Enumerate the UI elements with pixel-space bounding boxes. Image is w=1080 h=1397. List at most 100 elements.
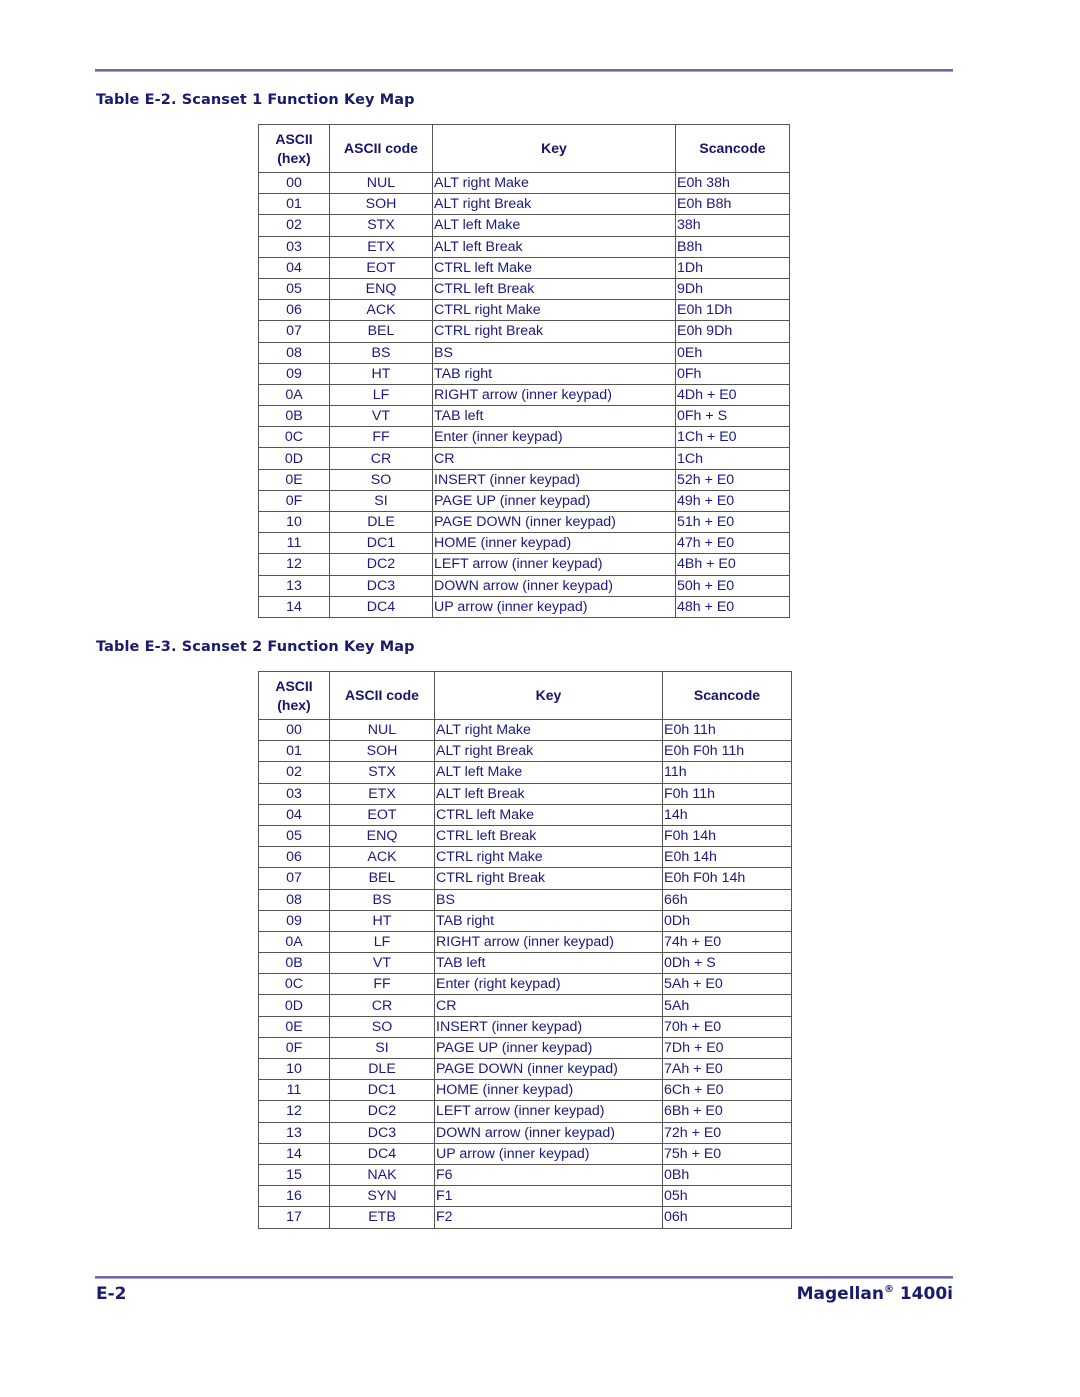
cell-scancode: 6Bh + E0 bbox=[662, 1100, 792, 1123]
cell-ascii-hex: 06 bbox=[258, 846, 330, 869]
table-row: 08 BS BS 66h bbox=[258, 888, 792, 911]
cell-ascii-hex: 05 bbox=[258, 824, 330, 848]
table-row: 00 NUL ALT right Make E0h 38h bbox=[258, 171, 790, 195]
cell-ascii-hex: 0C bbox=[258, 426, 330, 449]
cell-key: F1 bbox=[434, 1185, 663, 1208]
cell-key: CTRL left Break bbox=[432, 277, 676, 301]
cell-ascii-hex: 10 bbox=[258, 1057, 330, 1081]
cell-scancode: 9Dh bbox=[675, 277, 790, 301]
cell-key: Enter (inner keypad) bbox=[432, 426, 676, 449]
cell-ascii-hex: 02 bbox=[258, 761, 330, 784]
cell-ascii-code: DC2 bbox=[329, 1100, 435, 1123]
cell-ascii-code: ENQ bbox=[329, 277, 433, 301]
cell-ascii-code: SOH bbox=[329, 740, 435, 763]
cell-key: TAB left bbox=[432, 405, 676, 428]
cell-key: DOWN arrow (inner keypad) bbox=[432, 574, 676, 597]
cell-key: CTRL right Make bbox=[434, 846, 663, 869]
cell-scancode: 49h + E0 bbox=[675, 489, 790, 513]
cell-ascii-hex: 15 bbox=[258, 1163, 330, 1187]
cell-key: PAGE UP (inner keypad) bbox=[434, 1036, 663, 1060]
cell-key: BS bbox=[432, 341, 676, 364]
table-row: 06 ACK CTRL right Make E0h 1Dh bbox=[258, 299, 790, 322]
cell-ascii-hex: 08 bbox=[258, 341, 330, 364]
cell-key: RIGHT arrow (inner keypad) bbox=[434, 930, 663, 954]
header-key: Key bbox=[434, 671, 663, 720]
cell-key: PAGE DOWN (inner keypad) bbox=[432, 510, 676, 534]
cell-key: CTRL right Break bbox=[434, 867, 663, 890]
cell-ascii-hex: 0F bbox=[258, 489, 330, 513]
cell-ascii-code: DC4 bbox=[329, 595, 433, 618]
table-row: 05 ENQ CTRL left Break F0h 14h bbox=[258, 824, 792, 848]
cell-ascii-hex: 0D bbox=[258, 994, 330, 1017]
table-row: 01 SOH ALT right Break E0h B8h bbox=[258, 193, 790, 216]
cell-ascii-hex: 06 bbox=[258, 299, 330, 322]
table-header-row: ASCII (hex) ASCII code Key Scancode bbox=[258, 671, 792, 720]
cell-ascii-hex: 04 bbox=[258, 803, 330, 826]
table-row: 0D CR CR 1Ch bbox=[258, 447, 790, 470]
cell-ascii-hex: 00 bbox=[258, 171, 330, 195]
table-row: 11 DC1 HOME (inner keypad) 47h + E0 bbox=[258, 532, 790, 555]
cell-ascii-hex: 0D bbox=[258, 447, 330, 470]
table-row: 11 DC1 HOME (inner keypad) 6Ch + E0 bbox=[258, 1079, 792, 1102]
cell-ascii-code: ETB bbox=[329, 1206, 435, 1229]
cell-key: CTRL right Break bbox=[432, 320, 676, 343]
cell-key: ALT right Make bbox=[434, 718, 663, 742]
header-scancode: Scancode bbox=[662, 671, 792, 720]
cell-scancode: B8h bbox=[675, 235, 790, 258]
cell-ascii-hex: 04 bbox=[258, 256, 330, 279]
cell-scancode: 50h + E0 bbox=[675, 574, 790, 597]
table-row: 12 DC2 LEFT arrow (inner keypad) 4Bh + E0 bbox=[258, 553, 790, 576]
cell-ascii-hex: 0C bbox=[258, 973, 330, 996]
cell-ascii-code: DC3 bbox=[329, 574, 433, 597]
header-ascii-hex: ASCII (hex) bbox=[258, 671, 330, 720]
table-row: 0B VT TAB left 0Dh + S bbox=[258, 952, 792, 975]
table-row: 08 BS BS 0Eh bbox=[258, 341, 790, 364]
cell-key: LEFT arrow (inner keypad) bbox=[434, 1100, 663, 1123]
cell-ascii-hex: 00 bbox=[258, 718, 330, 742]
cell-ascii-code: DC2 bbox=[329, 553, 433, 576]
cell-ascii-code: STX bbox=[329, 214, 433, 237]
cell-scancode: 4Bh + E0 bbox=[675, 553, 790, 576]
cell-scancode: 6Ch + E0 bbox=[662, 1079, 792, 1102]
cell-key: ALT left Break bbox=[432, 235, 676, 258]
cell-ascii-hex: 0E bbox=[258, 1015, 330, 1038]
cell-scancode: 1Dh bbox=[675, 256, 790, 279]
cell-key: Enter (right keypad) bbox=[434, 973, 663, 996]
cell-key: UP arrow (inner keypad) bbox=[432, 595, 676, 618]
cell-ascii-hex: 13 bbox=[258, 574, 330, 597]
cell-ascii-code: VT bbox=[329, 952, 435, 975]
cell-scancode: E0h 38h bbox=[675, 171, 790, 195]
table-row: 02 STX ALT left Make 38h bbox=[258, 214, 790, 237]
table-row: 15 NAK F6 0Bh bbox=[258, 1163, 792, 1187]
cell-ascii-hex: 11 bbox=[258, 1079, 330, 1102]
table-caption-scanset2: Table E-3. Scanset 2 Function Key Map bbox=[96, 639, 415, 655]
table-row: 0C FF Enter (inner keypad) 1Ch + E0 bbox=[258, 426, 790, 449]
cell-ascii-code: BS bbox=[329, 341, 433, 364]
cell-scancode: 14h bbox=[662, 803, 792, 826]
cell-ascii-code: NUL bbox=[329, 171, 433, 195]
table-row: 04 EOT CTRL left Make 1Dh bbox=[258, 256, 790, 279]
table-row: 03 ETX ALT left Break B8h bbox=[258, 235, 790, 258]
registered-mark: ® bbox=[883, 1284, 894, 1295]
cell-key: CR bbox=[434, 994, 663, 1017]
cell-scancode: E0h 11h bbox=[662, 718, 792, 742]
cell-ascii-code: ACK bbox=[329, 846, 435, 869]
table-row: 09 HT TAB right 0Dh bbox=[258, 909, 792, 932]
cell-ascii-hex: 03 bbox=[258, 235, 330, 258]
cell-scancode: 0Dh bbox=[662, 909, 792, 932]
table-row: 07 BEL CTRL right Break E0h F0h 14h bbox=[258, 867, 792, 890]
cell-scancode: E0h B8h bbox=[675, 193, 790, 216]
cell-scancode: 06h bbox=[662, 1206, 792, 1229]
table-row: 0F SI PAGE UP (inner keypad) 49h + E0 bbox=[258, 489, 790, 513]
cell-ascii-code: STX bbox=[329, 761, 435, 784]
cell-key: CTRL right Make bbox=[432, 299, 676, 322]
cell-ascii-hex: 0F bbox=[258, 1036, 330, 1060]
cell-ascii-code: LF bbox=[329, 383, 433, 407]
cell-ascii-code: DLE bbox=[329, 1057, 435, 1081]
header-rule bbox=[95, 69, 953, 72]
table-row: 10 DLE PAGE DOWN (inner keypad) 7Ah + E0 bbox=[258, 1057, 792, 1081]
cell-ascii-code: SOH bbox=[329, 193, 433, 216]
cell-key: INSERT (inner keypad) bbox=[434, 1015, 663, 1038]
table-row: 0E SO INSERT (inner keypad) 70h + E0 bbox=[258, 1015, 792, 1038]
cell-key: RIGHT arrow (inner keypad) bbox=[432, 383, 676, 407]
